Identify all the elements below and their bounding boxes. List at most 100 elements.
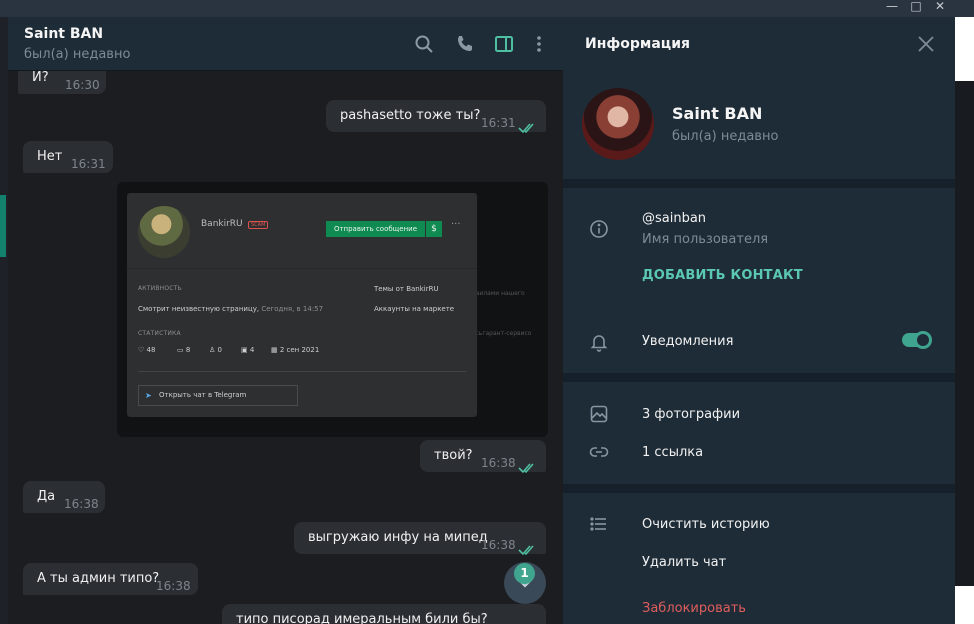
telegram-icon: ➤ xyxy=(145,391,152,400)
stats-label: СТАТИСТИКА xyxy=(138,330,181,337)
avatar xyxy=(138,206,190,258)
section-divider xyxy=(563,373,955,382)
section-divider xyxy=(563,179,955,188)
activity-time: Сегодня, в 14:57 xyxy=(261,305,324,313)
join-date: 2 сен 2021 xyxy=(279,346,320,354)
message-text: выгружаю инфу на мипед xyxy=(308,530,488,545)
card-more-icon: ··· xyxy=(451,219,461,230)
dollar-button: $ xyxy=(426,221,442,237)
comments-stat: ▭ 8 xyxy=(177,346,191,354)
background-window-fragment xyxy=(955,17,974,81)
message-bubble[interactable]: А ты админ типо? 16:38 xyxy=(23,563,198,595)
message-text: твой? xyxy=(434,448,473,463)
read-checkmarks-icon xyxy=(518,537,536,556)
send-message-button: Отправить сообщение xyxy=(326,221,425,237)
more-options-icon[interactable] xyxy=(529,34,549,54)
profile-name: Saint BAN xyxy=(672,104,763,123)
activity-text: Смотрит неизвестную страницу, Сегодня, в… xyxy=(138,305,323,313)
notifications-toggle[interactable] xyxy=(902,331,932,349)
chat-panel: Saint BAN был(а) недавно И? 16:30 pashas… xyxy=(8,17,563,624)
card-divider xyxy=(138,371,466,372)
block-user-button[interactable]: Заблокировать xyxy=(642,601,746,616)
message-time: 16:38 xyxy=(64,497,99,511)
message-bubble[interactable]: выгружаю инфу на мипед 16:38 xyxy=(294,522,546,556)
message-bubble[interactable]: pashasetto тоже ты? 16:31 xyxy=(326,100,546,134)
message-time: 16:38 xyxy=(481,538,516,552)
photo-icon xyxy=(589,404,609,424)
likes-stat: ♡ 48 xyxy=(138,346,156,354)
message-text: Да xyxy=(37,489,56,504)
section-divider xyxy=(563,484,955,493)
message-bubble[interactable]: И? 16:30 xyxy=(18,71,106,94)
gifts-stat: ▣ 4 xyxy=(241,346,255,354)
activity-label: АКТИВНОСТЬ xyxy=(138,285,182,292)
shared-photos-item[interactable]: 3 фотографии xyxy=(642,407,740,422)
message-time: 16:38 xyxy=(156,579,191,593)
message-text: Нет xyxy=(37,149,63,164)
unread-badge: 1 xyxy=(514,563,535,584)
topics-link: Темы от BankirRU xyxy=(374,285,439,293)
read-checkmarks-icon xyxy=(518,115,536,134)
notifications-label: Уведомления xyxy=(642,334,734,349)
message-time: 16:31 xyxy=(71,157,106,171)
card-divider xyxy=(127,268,477,269)
phone-icon[interactable] xyxy=(455,34,475,54)
clear-history-button[interactable]: Очистить историю xyxy=(642,517,770,532)
background-text: ааилами нашего xyxy=(472,290,525,297)
left-accent-bar xyxy=(0,195,6,257)
message-text: типо писорад имеральным били бы? xyxy=(236,612,488,624)
close-window-button[interactable]: ✕ xyxy=(929,0,951,13)
message-bubble[interactable]: твой? 16:38 xyxy=(420,440,546,474)
message-time: 16:30 xyxy=(65,78,100,92)
message-text: И? xyxy=(32,71,49,85)
message-text: pashasetto тоже ты? xyxy=(340,108,481,123)
bell-icon xyxy=(589,332,609,352)
chat-title[interactable]: Saint BAN xyxy=(24,26,103,42)
username-label: Имя пользователя xyxy=(642,232,769,247)
activity-value: Смотрит неизвестную страницу, xyxy=(138,305,260,313)
message-bubble[interactable]: Да 16:38 xyxy=(23,481,105,513)
list-icon xyxy=(589,514,609,534)
awards-stat: ♙ 0 xyxy=(209,346,222,354)
toggle-knob xyxy=(914,331,932,349)
message-list[interactable]: И? 16:30 pashasetto тоже ты? 16:31 Нет 1… xyxy=(8,71,563,624)
open-telegram-button: ➤ Открыть чат в Telegram xyxy=(138,385,298,406)
background-text: тсьгарант-сервисо xyxy=(472,330,532,337)
background-window-fragment-bottom xyxy=(955,586,974,624)
maximize-button[interactable]: □ xyxy=(905,0,927,13)
add-contact-button[interactable]: ДОБАВИТЬ КОНТАКТ xyxy=(642,268,803,283)
chat-status: был(а) недавно xyxy=(24,47,131,62)
link-icon xyxy=(589,442,609,462)
left-window-strip xyxy=(0,17,8,624)
open-telegram-label: Открыть чат в Telegram xyxy=(159,391,247,399)
photo-message[interactable]: ааилами нашего тсьгарант-сервисо BankirR… xyxy=(117,182,548,437)
scam-badge: SCAM xyxy=(248,221,269,229)
sidebar-toggle-icon[interactable] xyxy=(494,34,514,54)
right-window-strip xyxy=(955,17,974,624)
likes-count: 48 xyxy=(146,346,156,354)
info-title: Информация xyxy=(585,36,690,52)
profile-card-screenshot: BankirRU SCAM Отправить сообщение $ ··· … xyxy=(127,193,477,417)
profile-status: был(а) недавно xyxy=(672,129,779,144)
message-text: А ты админ типо? xyxy=(37,571,160,586)
comments-count: 8 xyxy=(185,346,191,354)
awards-count: 0 xyxy=(217,346,222,354)
minimize-button[interactable]: — xyxy=(881,0,903,13)
card-username: BankirRU xyxy=(201,219,243,229)
close-icon[interactable] xyxy=(917,35,935,53)
message-time: 16:38 xyxy=(481,456,516,470)
shared-links-item[interactable]: 1 ссылка xyxy=(642,445,703,460)
read-checkmarks-icon xyxy=(518,455,536,474)
date-stat: ▦ 2 сен 2021 xyxy=(271,346,320,354)
message-bubble[interactable]: Нет 16:31 xyxy=(23,141,113,173)
avatar[interactable] xyxy=(582,88,654,160)
gifts-count: 4 xyxy=(249,346,255,354)
chat-header: Saint BAN был(а) недавно xyxy=(8,17,563,71)
search-icon[interactable] xyxy=(414,34,434,54)
message-bubble[interactable]: типо писорад имеральным били бы? xyxy=(222,604,546,624)
window-titlebar: — □ ✕ xyxy=(0,0,974,17)
delete-chat-button[interactable]: Удалить чат xyxy=(642,555,726,570)
username-value[interactable]: @sainban xyxy=(642,211,706,226)
message-time: 16:31 xyxy=(481,116,516,130)
market-link: Аккаунты на маркете xyxy=(374,305,455,313)
